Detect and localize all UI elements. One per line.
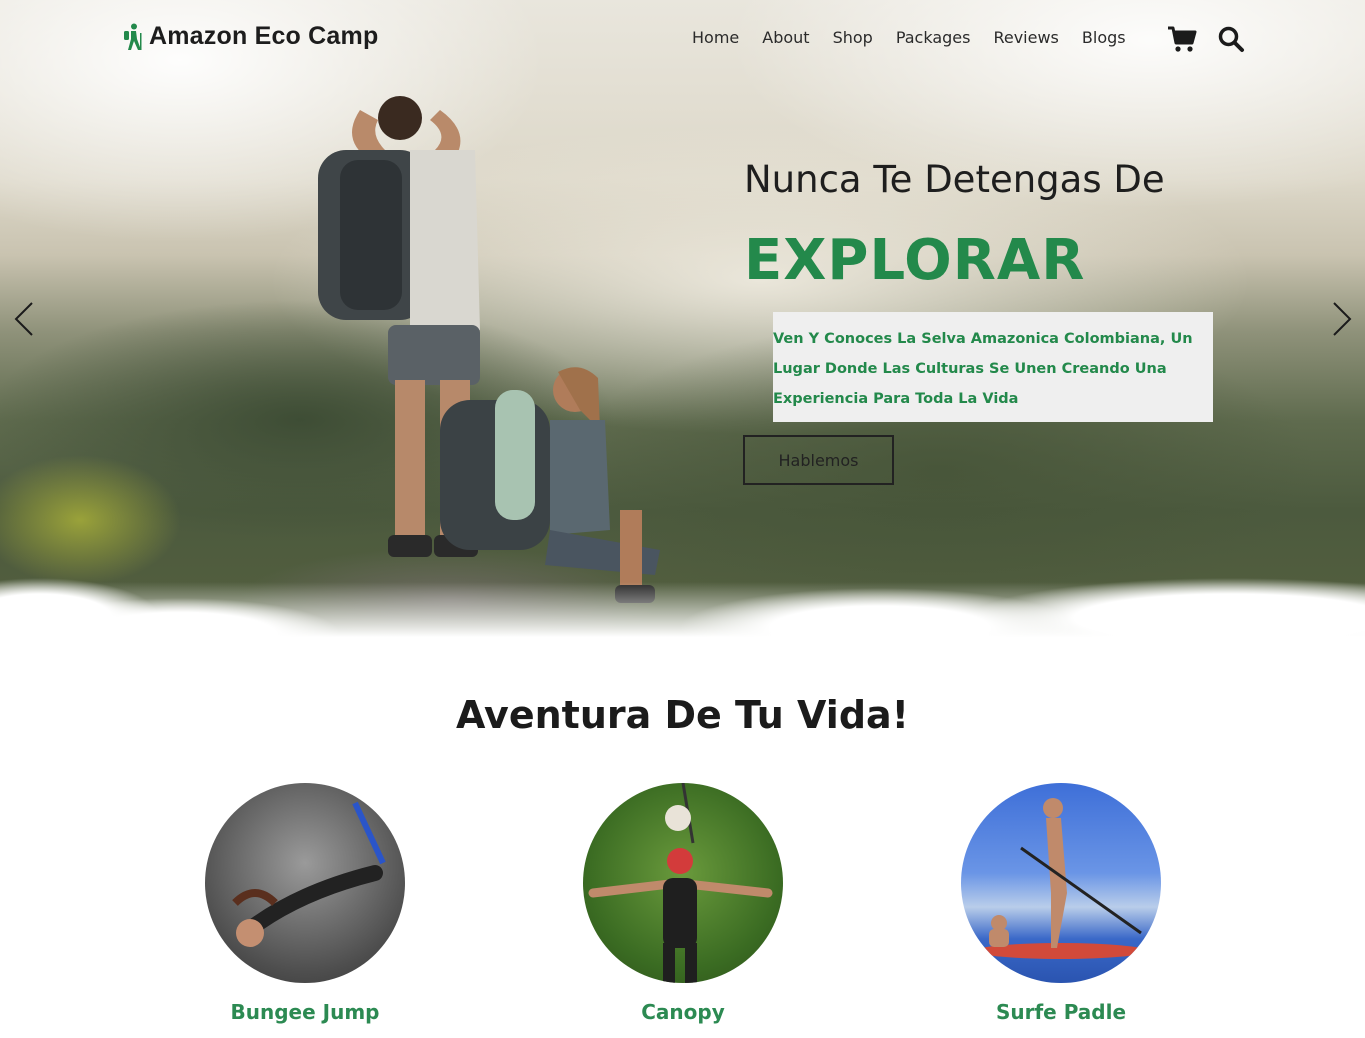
- hablemos-button[interactable]: Hablemos: [743, 435, 894, 485]
- paddleboarder-figure: [976, 798, 1146, 959]
- hero-title: EXPLORAR: [744, 228, 1086, 293]
- adventure-label-surf: Surfe Padle: [995, 1000, 1127, 1024]
- shopping-cart-icon[interactable]: [1167, 25, 1197, 53]
- nav-about[interactable]: About: [762, 28, 809, 47]
- chevron-right-icon[interactable]: [1330, 300, 1354, 338]
- brand-logo[interactable]: Amazon Eco Camp: [122, 22, 378, 51]
- adventure-label-canopy: Canopy: [641, 1000, 725, 1024]
- hiker-icon: [124, 23, 142, 50]
- adventure-label-bungee: Bungee Jump: [230, 1000, 380, 1024]
- canopy-riders-figure: [588, 783, 773, 983]
- hero-description: Ven Y Conoces La Selva Amazonica Colombi…: [773, 331, 1193, 407]
- search-icon[interactable]: [1217, 25, 1245, 53]
- adventures-title: Aventura De Tu Vida!: [456, 693, 909, 737]
- nav-shop[interactable]: Shop: [833, 28, 873, 47]
- adventure-card-canopy[interactable]: Canopy: [563, 783, 803, 1024]
- hero-description-box: Ven Y Conoces La Selva Amazonica Colombi…: [773, 312, 1213, 422]
- bungee-jumper-figure: [232, 801, 386, 947]
- hero-bottom-mist: [0, 538, 1365, 638]
- top-navigation: Amazon Eco Camp Home About Shop Packages…: [0, 0, 1365, 80]
- canopy-image: [583, 783, 783, 983]
- chevron-left-icon[interactable]: [12, 300, 36, 338]
- nav-packages[interactable]: Packages: [896, 28, 971, 47]
- brand-name: Amazon Eco Camp: [149, 22, 379, 50]
- adventure-card-bungee[interactable]: Bungee Jump: [185, 783, 425, 1024]
- hero-subtitle: Nunca Te Detengas De: [744, 158, 1165, 201]
- surf-paddle-image: [961, 783, 1161, 983]
- bungee-jump-image: [205, 783, 405, 983]
- nav-blogs[interactable]: Blogs: [1082, 28, 1126, 47]
- nav-reviews[interactable]: Reviews: [993, 28, 1058, 47]
- main-menu: Home About Shop Packages Reviews Blogs: [692, 28, 1149, 47]
- nav-home[interactable]: Home: [692, 28, 739, 47]
- adventure-card-surf[interactable]: Surfe Padle: [941, 783, 1181, 1024]
